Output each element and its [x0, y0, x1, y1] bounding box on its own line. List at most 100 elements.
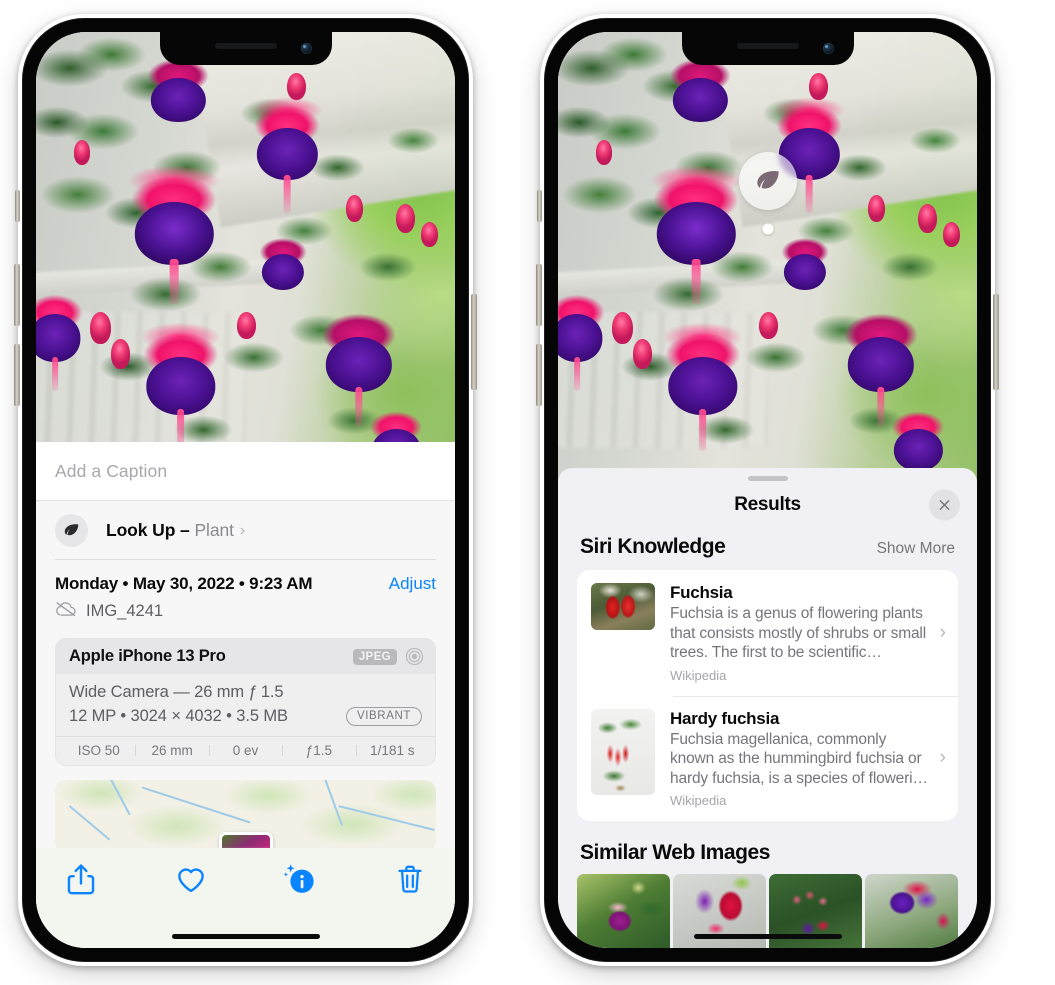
aperture-icon	[405, 647, 424, 666]
knowledge-card: Fuchsia Fuchsia is a genus of flowering …	[577, 570, 958, 821]
photo-viewer-left[interactable]	[36, 32, 455, 484]
sparkle-large-icon: ✧	[36, 493, 40, 510]
similar-web-images-title: Similar Web Images	[580, 841, 770, 864]
adjust-button[interactable]: Adjust	[389, 574, 436, 594]
chevron-right-icon: ›	[939, 621, 946, 643]
screenshot-canvas: Add a Caption ✧ ✧ Look Up – Plant › Mo	[0, 0, 1055, 985]
screen-right: Results Siri Knowledge Show More Fuchsia…	[558, 32, 977, 948]
earpiece-speaker-left	[214, 43, 277, 49]
results-title: Results	[734, 494, 801, 515]
look-up-row[interactable]: ✧ ✧ Look Up – Plant ›	[36, 493, 455, 560]
toolbar-gradient	[36, 846, 455, 862]
photo-foliage	[36, 32, 455, 484]
camera-info-card[interactable]: Apple iPhone 13 Pro JPEG Wide Camera — 2…	[55, 638, 436, 766]
power-button-right[interactable]	[993, 294, 999, 390]
volume-down-button-left[interactable]	[14, 344, 20, 406]
show-more-button[interactable]: Show More	[877, 540, 955, 558]
similar-image-thumbnail[interactable]	[865, 874, 958, 948]
list-item[interactable]: Hardy fuchsia Fuchsia magellanica, commo…	[577, 695, 958, 822]
visual-look-up-badge[interactable]	[738, 152, 797, 211]
results-header: Results	[558, 481, 977, 529]
image-size-info: 12 MP • 3024 × 4032 • 3.5 MB	[69, 707, 288, 725]
home-indicator-right[interactable]	[693, 934, 842, 939]
close-button[interactable]	[929, 489, 960, 521]
phone-bezel-left: Add a Caption ✧ ✧ Look Up – Plant › Mo	[22, 18, 469, 962]
phone-right: Results Siri Knowledge Show More Fuchsia…	[536, 14, 999, 966]
exif-shutter-speed: 1/181 s	[355, 743, 429, 758]
caption-placeholder: Add a Caption	[55, 460, 168, 481]
exif-exposure-bias: 0 ev	[208, 743, 282, 758]
knowledge-title: Hardy fuchsia	[670, 708, 780, 728]
look-up-label: Look Up – Plant	[106, 520, 234, 540]
siri-knowledge-title: Siri Knowledge	[580, 535, 726, 558]
leaf-icon	[756, 171, 779, 189]
photo-blooms	[36, 32, 455, 484]
screen-left: Add a Caption ✧ ✧ Look Up – Plant › Mo	[36, 32, 455, 948]
chevron-right-icon: ›	[939, 747, 946, 769]
knowledge-description: Fuchsia magellanica, commonly known as t…	[670, 730, 928, 787]
knowledge-description: Fuchsia is a genus of flowering plants t…	[670, 605, 927, 661]
photo-info-sheet: Add a Caption ✧ ✧ Look Up – Plant › Mo	[36, 442, 455, 948]
camera-card-header: Apple iPhone 13 Pro JPEG	[56, 639, 435, 674]
exif-aperture: ƒ1.5	[282, 743, 355, 758]
close-icon	[939, 500, 950, 510]
power-button-left[interactable]	[471, 294, 477, 390]
earpiece-speaker-right	[736, 43, 799, 49]
volume-down-button-right[interactable]	[536, 344, 542, 406]
photo-background	[36, 32, 455, 484]
share-icon[interactable]	[64, 862, 98, 896]
results-sheet: Results Siri Knowledge Show More Fuchsia…	[558, 468, 977, 948]
photo-toolbar	[36, 848, 455, 948]
phone-bezel-right: Results Siri Knowledge Show More Fuchsia…	[544, 18, 991, 962]
leaf-icon	[55, 514, 88, 547]
siri-knowledge-header: Siri Knowledge Show More	[558, 529, 977, 570]
similar-image-thumbnail[interactable]	[577, 874, 670, 948]
look-up-subject: Plant	[194, 520, 234, 540]
notch-left	[159, 32, 332, 65]
home-indicator-left[interactable]	[171, 934, 320, 939]
knowledge-title: Fuchsia	[670, 583, 733, 602]
trash-icon[interactable]	[393, 862, 427, 896]
heart-icon[interactable]	[174, 862, 208, 896]
camera-card-body: Wide Camera — 26 mm ƒ 1.5 12 MP • 3024 ×…	[56, 674, 435, 736]
photographic-style-badge: VIBRANT	[345, 707, 422, 726]
camera-model: Apple iPhone 13 Pro	[69, 647, 226, 665]
front-camera-left	[300, 43, 312, 54]
location-map-thumbnail[interactable]	[55, 780, 436, 852]
caption-input-row[interactable]: Add a Caption	[36, 442, 455, 501]
photo-railing	[558, 260, 794, 297]
cloud-slash-icon	[55, 601, 77, 622]
lens-info: Wide Camera — 26 mm ƒ 1.5	[69, 683, 284, 701]
volume-up-button-right[interactable]	[536, 264, 542, 326]
visual-look-up-anchor-dot	[762, 223, 773, 235]
exif-iso: ISO 50	[77, 743, 120, 758]
photo-foliage	[558, 32, 977, 484]
exif-focal-length: 26 mm	[135, 743, 208, 758]
knowledge-source: Wikipedia	[670, 667, 727, 683]
sheet-grabber[interactable]	[747, 476, 788, 481]
volume-up-button-left[interactable]	[14, 264, 20, 326]
front-camera-right	[822, 43, 834, 54]
photo-railing-slats	[558, 312, 768, 448]
phone-left: Add a Caption ✧ ✧ Look Up – Plant › Mo	[14, 14, 477, 966]
exif-row: ISO 50 26 mm 0 ev ƒ1.5 1/181 s	[56, 736, 435, 765]
silence-switch-left[interactable]	[15, 190, 20, 222]
silence-switch-right[interactable]	[537, 190, 542, 222]
knowledge-thumbnail	[591, 708, 655, 795]
file-name: IMG_4241	[86, 602, 164, 620]
photo-blooms	[558, 32, 977, 484]
notch-right	[681, 32, 854, 65]
knowledge-thumbnail	[591, 583, 655, 630]
info-sparkle-icon[interactable]	[283, 862, 317, 896]
list-item[interactable]: Fuchsia Fuchsia is a genus of flowering …	[577, 570, 958, 696]
capture-date: Monday • May 30, 2022 • 9:23 AM	[55, 574, 313, 593]
photo-metadata: Monday • May 30, 2022 • 9:23 AM Adjust I…	[36, 560, 455, 628]
knowledge-source: Wikipedia	[670, 793, 727, 808]
photo-map-pin	[218, 831, 273, 852]
photo-railing	[36, 260, 272, 297]
photo-railing-slats	[36, 312, 246, 448]
photo-viewer-right[interactable]	[558, 32, 977, 484]
format-badge: JPEG	[352, 648, 397, 665]
chevron-right-icon: ›	[239, 521, 246, 539]
photo-background	[558, 32, 977, 484]
